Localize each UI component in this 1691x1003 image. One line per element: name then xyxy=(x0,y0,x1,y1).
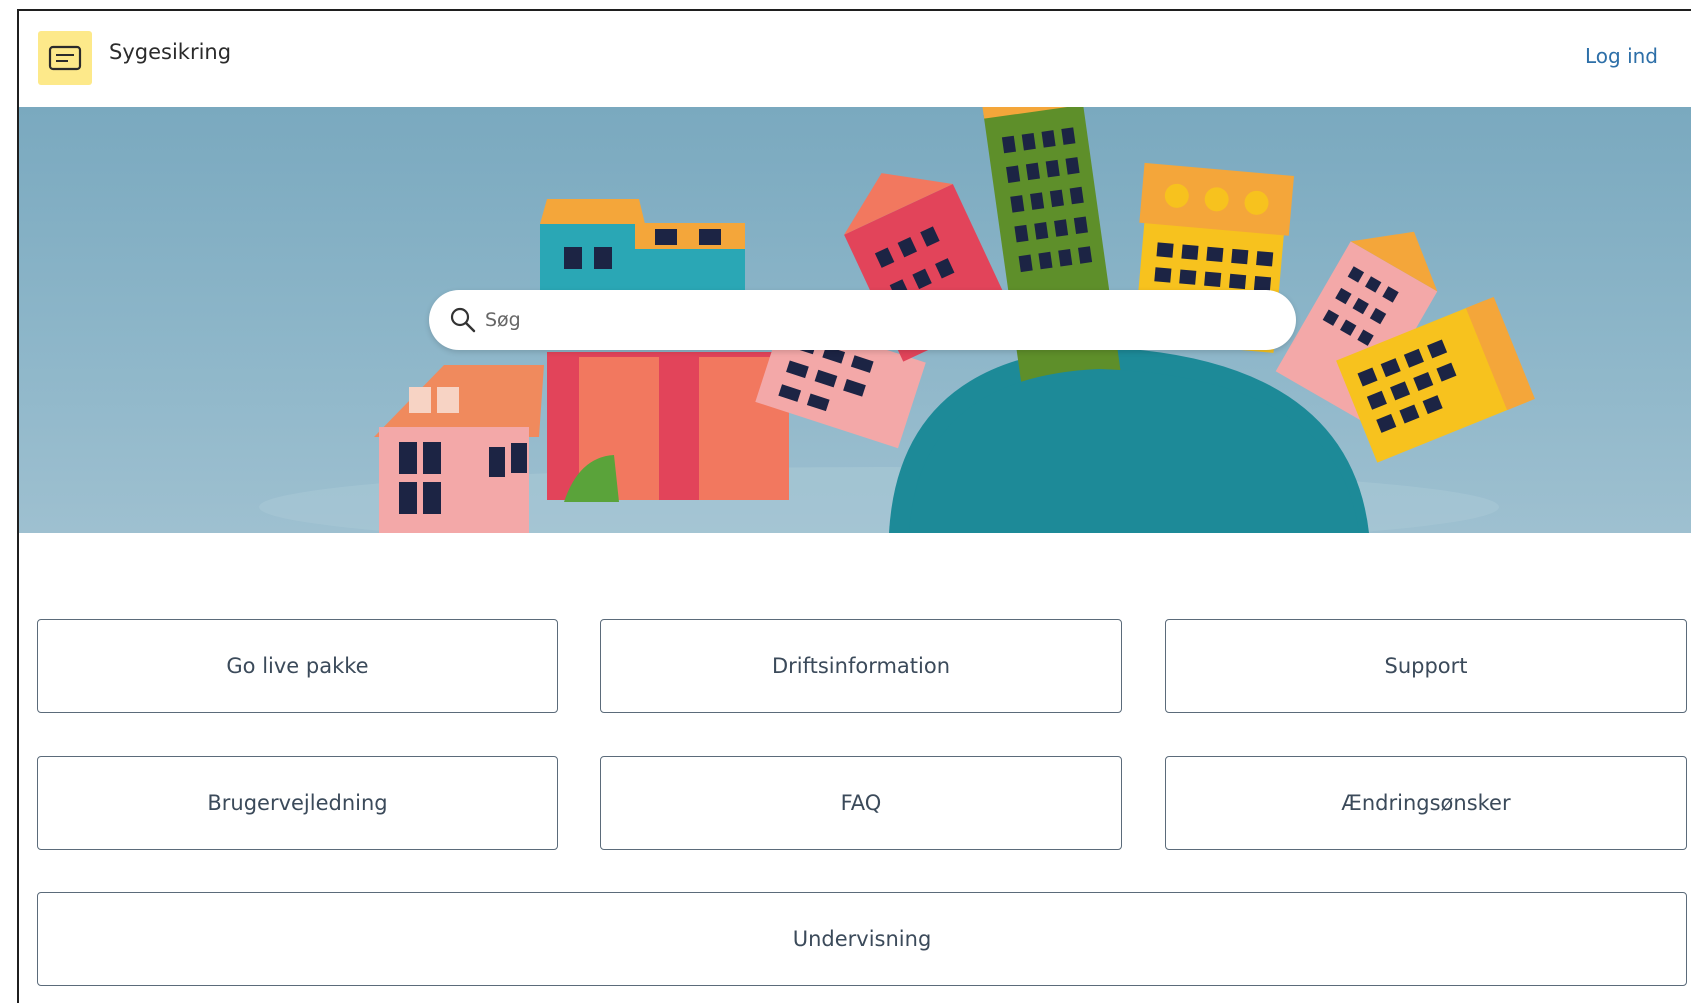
search-bar[interactable] xyxy=(429,290,1296,350)
tile-aendringsonsker[interactable]: Ændringsønsker xyxy=(1165,756,1687,850)
tile-label: Ændringsønsker xyxy=(1341,791,1511,815)
page: Sygesikring Log ind Søg Go live pakke Dr… xyxy=(0,0,1691,1003)
tile-label: Support xyxy=(1384,654,1468,678)
search-input[interactable] xyxy=(485,300,1265,340)
site-logo[interactable] xyxy=(38,31,92,85)
tile-go-live-pakke[interactable]: Go live pakke xyxy=(37,619,558,713)
tile-label: FAQ xyxy=(840,791,882,815)
tile-label: Go live pakke xyxy=(226,654,369,678)
tile-label: Brugervejledning xyxy=(207,791,388,815)
message-icon xyxy=(48,45,82,71)
site-header: Sygesikring Log ind xyxy=(19,11,1691,107)
tile-undervisning[interactable]: Undervisning xyxy=(37,892,1687,986)
site-title[interactable]: Sygesikring xyxy=(109,40,231,64)
login-link[interactable]: Log ind xyxy=(1585,44,1658,68)
tile-support[interactable]: Support xyxy=(1165,619,1687,713)
tile-driftsinformation[interactable]: Driftsinformation xyxy=(600,619,1122,713)
tile-label: Driftsinformation xyxy=(771,654,951,678)
tile-brugervejledning[interactable]: Brugervejledning xyxy=(37,756,558,850)
tile-faq[interactable]: FAQ xyxy=(600,756,1122,850)
tile-label: Undervisning xyxy=(792,927,932,951)
search-icon xyxy=(450,307,476,333)
